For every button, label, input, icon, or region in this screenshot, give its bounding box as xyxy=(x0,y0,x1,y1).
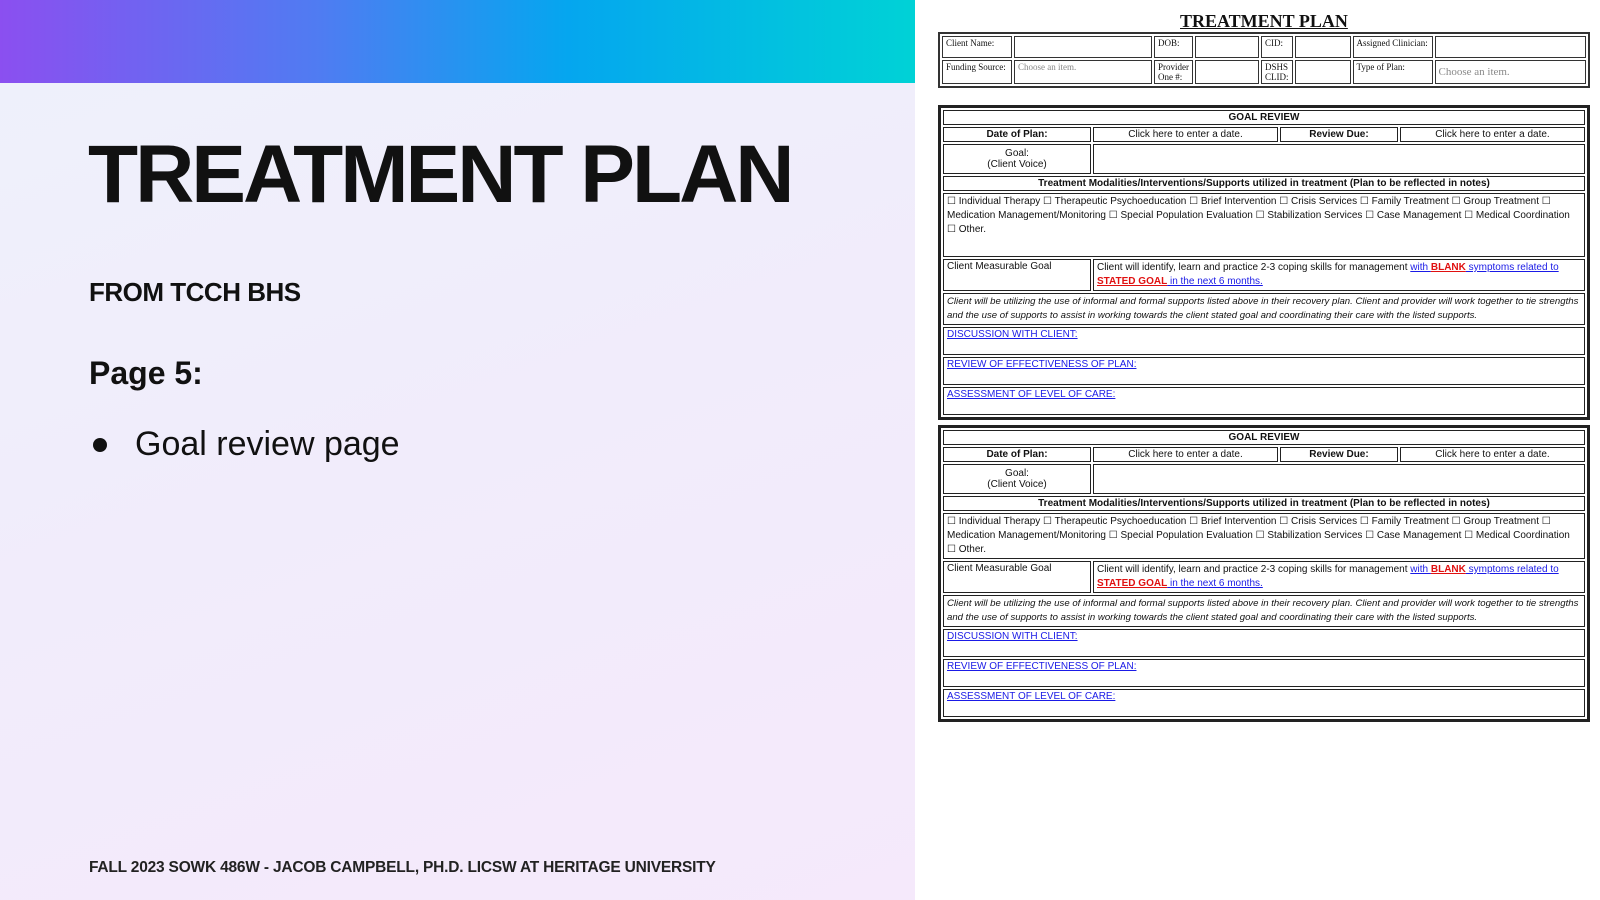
document-title: TREATMENT PLAN xyxy=(1180,11,1348,31)
review-due-label: Review Due: xyxy=(1280,447,1398,462)
mg-end: in the next 6 months. xyxy=(1167,578,1263,589)
assigned-clinician-label: Assigned Clinician: xyxy=(1352,36,1433,58)
mg-text: Client will identify, learn and practice… xyxy=(1097,262,1411,273)
client-name-field[interactable] xyxy=(1014,36,1152,58)
goal-review-heading: GOAL REVIEW xyxy=(943,430,1585,445)
client-header-table: Client Name: DOB: CID: Assigned Clinicia… xyxy=(938,32,1590,88)
review-effectiveness-label: REVIEW OF EFFECTIVENESS OF PLAN: xyxy=(947,661,1137,672)
mg-symptoms: symptoms related to xyxy=(1465,564,1559,575)
supports-text: Client will be utilizing the use of info… xyxy=(943,595,1585,627)
mg-symptoms: symptoms related to xyxy=(1465,262,1559,273)
gradient-header-bar xyxy=(0,0,915,83)
date-of-plan-field[interactable]: Click here to enter a date. xyxy=(1093,127,1279,142)
slide-footer: FALL 2023 SOWK 486W - JACOB CAMPBELL, PH… xyxy=(89,859,716,876)
dob-label: DOB: xyxy=(1154,36,1193,58)
mg-end: in the next 6 months. xyxy=(1167,276,1263,287)
modalities-checkboxes[interactable]: ☐ Individual Therapy ☐ Therapeutic Psych… xyxy=(943,513,1585,559)
review-due-field[interactable]: Click here to enter a date. xyxy=(1399,127,1585,142)
review-effectiveness-field[interactable]: REVIEW OF EFFECTIVENESS OF PLAN: xyxy=(943,357,1585,385)
discussion-label: DISCUSSION WITH CLIENT: xyxy=(947,631,1078,642)
provider-one-field[interactable] xyxy=(1195,60,1259,84)
assessment-label: ASSESSMENT OF LEVEL OF CARE: xyxy=(947,691,1116,702)
page-label: Page 5: xyxy=(89,355,203,391)
goal-label-line2: (Client Voice) xyxy=(987,479,1047,490)
goal-label: Goal: (Client Voice) xyxy=(943,144,1091,174)
mg-stated-goal: STATED GOAL xyxy=(1097,276,1168,287)
goal-field[interactable] xyxy=(1093,464,1585,494)
bullet-item: Goal review page xyxy=(89,425,400,464)
dshs-clid-label: DSHS CLID: xyxy=(1261,60,1293,84)
type-of-plan-label: Type of Plan: xyxy=(1352,60,1433,84)
dshs-clid-field[interactable] xyxy=(1294,60,1351,84)
mg-blank: BLANK xyxy=(1430,564,1466,575)
measurable-goal-text[interactable]: Client will identify, learn and practice… xyxy=(1093,561,1585,593)
goal-review-heading: GOAL REVIEW xyxy=(943,110,1585,125)
mg-blank: BLANK xyxy=(1430,262,1466,273)
goal-label: Goal: (Client Voice) xyxy=(943,464,1091,494)
goal-review-section-2: GOAL REVIEW Date of Plan: Click here to … xyxy=(938,425,1590,722)
date-of-plan-label: Date of Plan: xyxy=(943,127,1091,142)
goal-label-line1: Goal: xyxy=(1005,148,1029,159)
review-due-label: Review Due: xyxy=(1280,127,1398,142)
assessment-field[interactable]: ASSESSMENT OF LEVEL OF CARE: xyxy=(943,689,1585,717)
client-name-label: Client Name: xyxy=(942,36,1012,58)
assigned-clinician-field[interactable] xyxy=(1434,36,1586,58)
date-of-plan-field[interactable]: Click here to enter a date. xyxy=(1093,447,1279,462)
mg-with: with xyxy=(1410,564,1431,575)
cid-label: CID: xyxy=(1261,36,1293,58)
modalities-heading: Treatment Modalities/Interventions/Suppo… xyxy=(943,496,1585,511)
funding-source-select[interactable]: Choose an item. xyxy=(1014,60,1152,84)
goal-review-section-1: GOAL REVIEW Date of Plan: Click here to … xyxy=(938,105,1590,420)
assessment-field[interactable]: ASSESSMENT OF LEVEL OF CARE: xyxy=(943,387,1585,415)
treatment-plan-document: TREATMENT PLAN Client Name: DOB: CID: As… xyxy=(930,0,1600,900)
mg-with: with xyxy=(1410,262,1431,273)
slide-content-panel: TREATMENT PLAN FROM TCCH BHS Page 5: Goa… xyxy=(0,0,915,900)
discussion-label: DISCUSSION WITH CLIENT: xyxy=(947,329,1078,340)
slide-subtitle: FROM TCCH BHS xyxy=(89,277,301,307)
bullet-dot-icon xyxy=(93,437,107,452)
supports-text: Client will be utilizing the use of info… xyxy=(943,293,1585,325)
goal-label-line2: (Client Voice) xyxy=(987,159,1047,170)
discussion-field[interactable]: DISCUSSION WITH CLIENT: xyxy=(943,327,1585,355)
bullet-text: Goal review page xyxy=(135,425,400,463)
assessment-label: ASSESSMENT OF LEVEL OF CARE: xyxy=(947,389,1116,400)
review-effectiveness-label: REVIEW OF EFFECTIVENESS OF PLAN: xyxy=(947,359,1137,370)
measurable-goal-label: Client Measurable Goal xyxy=(943,561,1091,593)
review-effectiveness-field[interactable]: REVIEW OF EFFECTIVENESS OF PLAN: xyxy=(943,659,1585,687)
slide-title: TREATMENT PLAN xyxy=(88,129,795,220)
date-of-plan-label: Date of Plan: xyxy=(943,447,1091,462)
measurable-goal-label: Client Measurable Goal xyxy=(943,259,1091,291)
mg-text: Client will identify, learn and practice… xyxy=(1097,564,1411,575)
type-of-plan-select[interactable]: Choose an item. xyxy=(1434,60,1586,84)
cid-field[interactable] xyxy=(1294,36,1351,58)
review-due-field[interactable]: Click here to enter a date. xyxy=(1399,447,1585,462)
mg-stated-goal: STATED GOAL xyxy=(1097,578,1168,589)
modalities-heading: Treatment Modalities/Interventions/Suppo… xyxy=(943,176,1585,191)
goal-label-line1: Goal: xyxy=(1005,468,1029,479)
provider-one-label: Provider One #: xyxy=(1154,60,1193,84)
measurable-goal-text[interactable]: Client will identify, learn and practice… xyxy=(1093,259,1585,291)
goal-field[interactable] xyxy=(1093,144,1585,174)
discussion-field[interactable]: DISCUSSION WITH CLIENT: xyxy=(943,629,1585,657)
funding-source-label: Funding Source: xyxy=(942,60,1012,84)
modalities-checkboxes[interactable]: ☐ Individual Therapy ☐ Therapeutic Psych… xyxy=(943,193,1585,257)
dob-field[interactable] xyxy=(1195,36,1259,58)
